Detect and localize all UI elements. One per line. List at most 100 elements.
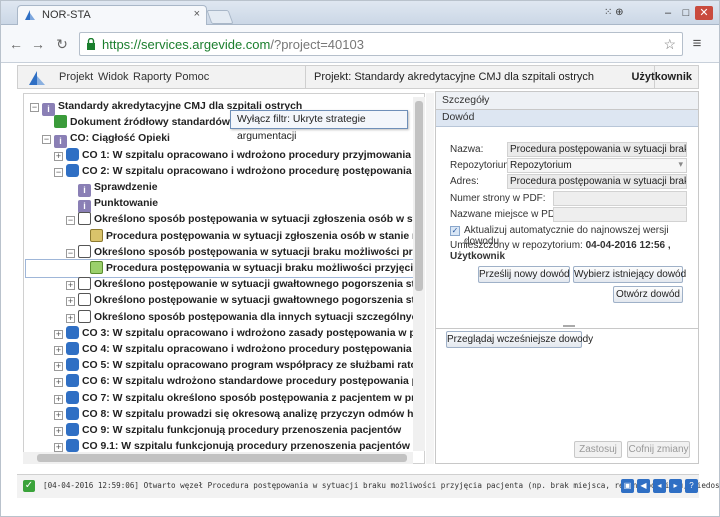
play-back-icon[interactable]: ◂ [653,479,666,493]
menu-raporty[interactable]: Raporty [133,71,172,83]
undo-changes-button[interactable]: Cofnij zmiany [627,441,690,458]
pdf-page-field[interactable] [553,191,687,206]
tree-row-label: CO 8: W szpitalu prowadzi się okresową a… [82,408,424,420]
collapse-icon[interactable]: − [30,103,39,112]
tree-row[interactable]: i Sprawdzenie [66,179,158,197]
tree-row[interactable]: + CO 4: W szpitalu opracowano i wdrożono … [54,341,424,358]
expand-icon[interactable]: + [54,427,63,436]
details-header[interactable]: Szczegóły [436,92,698,110]
browser-tab[interactable]: NOR-STA × [17,5,207,25]
tree-row[interactable]: + Określono postępowanie w sytuacji gwałt… [66,292,424,309]
tree-row-label: CO 7: W szpitalu określono sposób postęp… [82,392,424,404]
title-bar: NOR-STA × ⁙ ⊕ – □ ✕ [1,1,719,25]
address-bar[interactable]: https://services.argevide.com/?project=4… [79,32,683,56]
expand-icon[interactable]: + [54,329,63,339]
expand-icon[interactable]: + [54,394,63,404]
tree-row[interactable]: + CO 1: W szpitalu opracowano i wdrożono … [54,147,424,164]
tree-row-label: Punktowanie [94,198,159,210]
browser-user-icon[interactable]: ⁙ ⊕ [604,7,634,21]
tree-row-label: CO 3: W szpitalu opracowano i wdrożono z… [82,327,424,339]
tree-row[interactable]: + Określono sposób postępowania dla innyc… [66,309,424,326]
tree-row[interactable]: + CO 7: W szpitalu określono sposób postę… [54,390,424,407]
repository-select[interactable]: Repozytorium [507,158,687,173]
tree-row[interactable]: + CO 6: W szpitalu wdrożono standardowe p… [54,373,424,390]
fast-rewind-icon[interactable]: ◀ [637,479,650,493]
tree-row[interactable]: + CO 5: W szpitalu opracowano program wsp… [54,357,424,374]
collapse-icon[interactable]: − [54,167,63,177]
close-window-button[interactable]: ✕ [695,6,713,20]
back-arrow-icon[interactable]: ← [7,35,25,53]
browse-previous-evidence-button[interactable]: Przeglądaj wcześniejsze dowody [446,331,593,348]
filter-toggle-tooltip[interactable]: Wyłącz filtr: Ukryte strategie argumenta… [230,110,408,142]
pdf-place-label: Nazwane miejsce w PDF: [450,209,564,220]
auto-update-checkbox[interactable]: ✓ [450,226,460,236]
tree-horizontal-scroll-thumb[interactable] [37,454,407,462]
claim-icon [66,439,79,453]
play-forward-icon[interactable]: ▸ [669,479,682,493]
source-document-icon [54,115,67,129]
tree-row[interactable]: + Określono postępowanie w sytuacji gwałt… [66,276,424,293]
tab-close-icon[interactable]: × [194,8,200,20]
address-field[interactable]: Procedura postępowania w sytuacji braku … [507,174,687,189]
menu-pomoc[interactable]: Pomoc [175,71,209,83]
section-resize-grip[interactable] [563,325,575,327]
expand-icon[interactable]: + [54,362,63,372]
expand-icon[interactable]: + [54,410,63,420]
tree-row[interactable]: − Określono sposób postępowania w sytuacj… [66,244,424,261]
forward-arrow-icon[interactable]: → [29,35,47,53]
tree-row[interactable]: − Określono sposób postępowania w sytuacj… [66,211,424,228]
browser-menu-icon[interactable]: ≡ [689,35,705,53]
panel-splitter[interactable] [426,93,434,464]
collapse-icon[interactable]: − [66,248,75,258]
tab-dowod[interactable]: Dowód [436,110,698,127]
minimize-button[interactable]: – [659,6,677,20]
tree-row[interactable]: Procedura postępowania w sytuacji zgłosz… [78,228,424,245]
pdf-place-field[interactable] [553,207,687,222]
tree-row-label: CO 6: W szpitalu wdrożono standardowe pr… [82,376,424,388]
help-icon[interactable]: ? [685,479,698,493]
expand-icon[interactable]: + [54,378,63,388]
collapse-icon[interactable]: − [66,216,75,226]
expand-icon[interactable]: + [66,313,75,323]
tree-row[interactable]: i Punktowanie [66,195,159,214]
menu-projekt[interactable]: Projekt [59,71,93,83]
collapse-icon[interactable]: − [42,135,51,145]
log-panel-icon[interactable]: ▣ [621,479,634,493]
tree-vertical-scroll-thumb[interactable] [415,101,423,291]
evidence-pending-icon [90,228,103,242]
tree-row[interactable]: + CO 8: W szpitalu prowadzi się okresową … [54,406,424,423]
tree-row-label: Określono postępowanie w sytuacji gwałto… [94,295,424,307]
argument-tree: − i Standardy akredytacyjne CMJ dla szpita… [23,93,425,464]
maximize-button[interactable]: □ [677,6,695,20]
name-field[interactable]: Procedura postępowania w sytuacji braku … [507,142,687,157]
expand-icon[interactable]: + [54,346,63,355]
repository-label: Repozytorium: [450,160,515,171]
expand-icon[interactable]: + [66,281,75,291]
choose-existing-evidence-button[interactable]: Wybierz istniejący dowód [573,266,686,283]
tree-row-label: CO: Ciągłość Opieki [70,133,170,145]
tree-row-label: CO 1: W szpitalu opracowano i wdrożono p… [82,149,424,161]
tree-row-label: Określono sposób postępowania w sytuacji… [94,246,424,258]
tree-row[interactable]: − CO 2: W szpitalu opracowano i wdrożono … [54,163,424,180]
upload-new-evidence-button[interactable]: Prześlij nowy dowód [478,266,570,283]
bookmark-star-icon[interactable]: ☆ [663,36,676,53]
open-evidence-button[interactable]: Otwórz dowód [613,286,683,303]
tree-row-selected[interactable]: Procedura postępowania w sytuacji braku … [25,259,424,278]
user-menu[interactable]: Użytkownik [631,71,692,83]
tree-row[interactable]: + CO 3: W szpitalu opracowano i wdrożono … [54,325,424,342]
new-tab-button[interactable] [206,10,234,24]
document-icon [78,244,91,258]
url-path: /?project=40103 [270,37,364,52]
tree-row[interactable]: + CO 9: W szpitalu funkcjonują procedury … [54,422,401,439]
reload-icon[interactable]: ↻ [53,35,71,53]
tree-row[interactable]: − i CO: Ciągłość Opieki [42,130,170,149]
lock-icon [87,38,95,50]
apply-button[interactable]: Zastosuj [574,441,622,458]
expand-icon[interactable]: + [54,151,63,161]
expand-icon[interactable]: + [54,443,63,453]
menu-widok[interactable]: Widok [98,71,129,83]
expand-icon[interactable]: + [66,297,75,307]
app-logo-icon [29,71,45,85]
ok-check-icon: ✓ [23,480,35,492]
